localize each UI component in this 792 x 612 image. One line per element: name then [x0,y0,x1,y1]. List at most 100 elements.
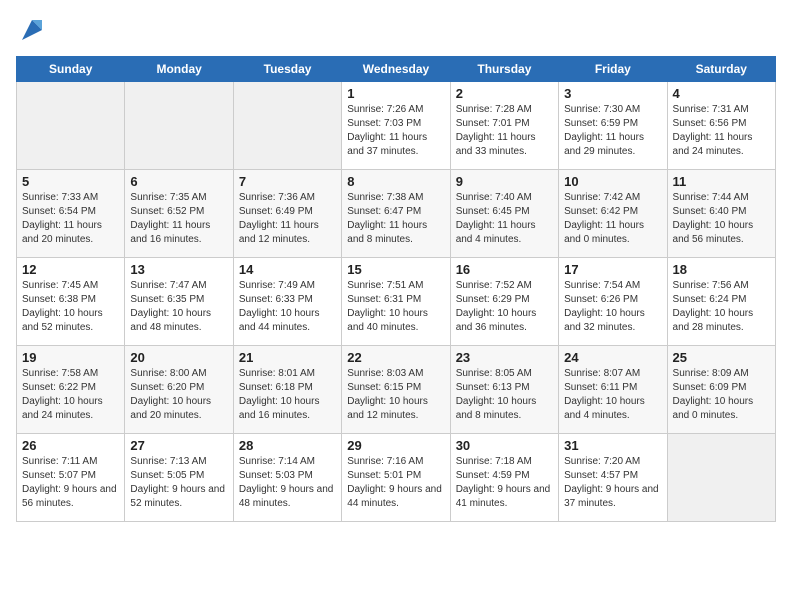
calendar-cell: 13 Sunrise: 7:47 AM Sunset: 6:35 PM Dayl… [125,258,233,346]
calendar-cell: 21 Sunrise: 8:01 AM Sunset: 6:18 PM Dayl… [233,346,341,434]
calendar-cell: 18 Sunrise: 7:56 AM Sunset: 6:24 PM Dayl… [667,258,775,346]
calendar-cell: 23 Sunrise: 8:05 AM Sunset: 6:13 PM Dayl… [450,346,558,434]
cell-info: Sunrise: 8:09 AM Sunset: 6:09 PM Dayligh… [673,367,770,423]
day-number: 12 [22,262,119,277]
cell-info: Sunrise: 8:01 AM Sunset: 6:18 PM Dayligh… [239,367,336,423]
cell-info: Sunrise: 7:49 AM Sunset: 6:33 PM Dayligh… [239,279,336,335]
cell-info: Sunrise: 7:16 AM Sunset: 5:01 PM Dayligh… [347,455,444,511]
cell-info: Sunrise: 7:13 AM Sunset: 5:05 PM Dayligh… [130,455,227,511]
day-number: 18 [673,262,770,277]
logo [16,16,46,44]
day-number: 26 [22,438,119,453]
day-number: 7 [239,174,336,189]
cell-info: Sunrise: 7:30 AM Sunset: 6:59 PM Dayligh… [564,103,661,159]
day-number: 3 [564,86,661,101]
cell-info: Sunrise: 7:36 AM Sunset: 6:49 PM Dayligh… [239,191,336,247]
day-number: 4 [673,86,770,101]
cell-info: Sunrise: 8:03 AM Sunset: 6:15 PM Dayligh… [347,367,444,423]
logo-icon [18,16,46,44]
calendar-cell: 6 Sunrise: 7:35 AM Sunset: 6:52 PM Dayli… [125,170,233,258]
calendar-cell: 19 Sunrise: 7:58 AM Sunset: 6:22 PM Dayl… [17,346,125,434]
calendar-cell: 27 Sunrise: 7:13 AM Sunset: 5:05 PM Dayl… [125,434,233,522]
cell-info: Sunrise: 7:11 AM Sunset: 5:07 PM Dayligh… [22,455,119,511]
day-number: 30 [456,438,553,453]
calendar-cell: 29 Sunrise: 7:16 AM Sunset: 5:01 PM Dayl… [342,434,450,522]
calendar-cell [125,82,233,170]
cell-info: Sunrise: 7:44 AM Sunset: 6:40 PM Dayligh… [673,191,770,247]
day-number: 10 [564,174,661,189]
calendar-cell [667,434,775,522]
day-number: 21 [239,350,336,365]
day-number: 11 [673,174,770,189]
cell-info: Sunrise: 8:05 AM Sunset: 6:13 PM Dayligh… [456,367,553,423]
calendar-cell [17,82,125,170]
weekday-header-tuesday: Tuesday [233,57,341,82]
cell-info: Sunrise: 7:18 AM Sunset: 4:59 PM Dayligh… [456,455,553,511]
calendar-cell: 4 Sunrise: 7:31 AM Sunset: 6:56 PM Dayli… [667,82,775,170]
day-number: 15 [347,262,444,277]
cell-info: Sunrise: 7:14 AM Sunset: 5:03 PM Dayligh… [239,455,336,511]
weekday-header-wednesday: Wednesday [342,57,450,82]
day-number: 23 [456,350,553,365]
weekday-header-friday: Friday [559,57,667,82]
day-number: 9 [456,174,553,189]
day-number: 14 [239,262,336,277]
cell-info: Sunrise: 7:33 AM Sunset: 6:54 PM Dayligh… [22,191,119,247]
calendar-cell: 11 Sunrise: 7:44 AM Sunset: 6:40 PM Dayl… [667,170,775,258]
cell-info: Sunrise: 8:00 AM Sunset: 6:20 PM Dayligh… [130,367,227,423]
cell-info: Sunrise: 7:28 AM Sunset: 7:01 PM Dayligh… [456,103,553,159]
cell-info: Sunrise: 7:54 AM Sunset: 6:26 PM Dayligh… [564,279,661,335]
weekday-header-monday: Monday [125,57,233,82]
calendar-cell [233,82,341,170]
calendar-cell: 14 Sunrise: 7:49 AM Sunset: 6:33 PM Dayl… [233,258,341,346]
day-number: 24 [564,350,661,365]
cell-info: Sunrise: 7:38 AM Sunset: 6:47 PM Dayligh… [347,191,444,247]
calendar-table: SundayMondayTuesdayWednesdayThursdayFrid… [16,56,776,522]
cell-info: Sunrise: 7:56 AM Sunset: 6:24 PM Dayligh… [673,279,770,335]
weekday-header-thursday: Thursday [450,57,558,82]
cell-info: Sunrise: 7:31 AM Sunset: 6:56 PM Dayligh… [673,103,770,159]
day-number: 5 [22,174,119,189]
weekday-header-sunday: Sunday [17,57,125,82]
calendar-cell: 24 Sunrise: 8:07 AM Sunset: 6:11 PM Dayl… [559,346,667,434]
day-number: 20 [130,350,227,365]
day-number: 2 [456,86,553,101]
day-number: 17 [564,262,661,277]
calendar-cell: 10 Sunrise: 7:42 AM Sunset: 6:42 PM Dayl… [559,170,667,258]
day-number: 13 [130,262,227,277]
calendar-cell: 28 Sunrise: 7:14 AM Sunset: 5:03 PM Dayl… [233,434,341,522]
calendar-cell: 1 Sunrise: 7:26 AM Sunset: 7:03 PM Dayli… [342,82,450,170]
page-header [16,16,776,44]
day-number: 27 [130,438,227,453]
cell-info: Sunrise: 7:45 AM Sunset: 6:38 PM Dayligh… [22,279,119,335]
weekday-header-saturday: Saturday [667,57,775,82]
calendar-cell: 12 Sunrise: 7:45 AM Sunset: 6:38 PM Dayl… [17,258,125,346]
cell-info: Sunrise: 7:26 AM Sunset: 7:03 PM Dayligh… [347,103,444,159]
day-number: 28 [239,438,336,453]
day-number: 29 [347,438,444,453]
day-number: 22 [347,350,444,365]
cell-info: Sunrise: 7:35 AM Sunset: 6:52 PM Dayligh… [130,191,227,247]
day-number: 8 [347,174,444,189]
calendar-cell: 22 Sunrise: 8:03 AM Sunset: 6:15 PM Dayl… [342,346,450,434]
cell-info: Sunrise: 7:51 AM Sunset: 6:31 PM Dayligh… [347,279,444,335]
day-number: 25 [673,350,770,365]
calendar-cell: 7 Sunrise: 7:36 AM Sunset: 6:49 PM Dayli… [233,170,341,258]
cell-info: Sunrise: 7:20 AM Sunset: 4:57 PM Dayligh… [564,455,661,511]
day-number: 1 [347,86,444,101]
cell-info: Sunrise: 7:42 AM Sunset: 6:42 PM Dayligh… [564,191,661,247]
cell-info: Sunrise: 7:52 AM Sunset: 6:29 PM Dayligh… [456,279,553,335]
cell-info: Sunrise: 7:58 AM Sunset: 6:22 PM Dayligh… [22,367,119,423]
cell-info: Sunrise: 7:47 AM Sunset: 6:35 PM Dayligh… [130,279,227,335]
calendar-cell: 25 Sunrise: 8:09 AM Sunset: 6:09 PM Dayl… [667,346,775,434]
day-number: 31 [564,438,661,453]
day-number: 6 [130,174,227,189]
calendar-cell: 3 Sunrise: 7:30 AM Sunset: 6:59 PM Dayli… [559,82,667,170]
day-number: 19 [22,350,119,365]
calendar-cell: 26 Sunrise: 7:11 AM Sunset: 5:07 PM Dayl… [17,434,125,522]
calendar-cell: 15 Sunrise: 7:51 AM Sunset: 6:31 PM Dayl… [342,258,450,346]
calendar-cell: 30 Sunrise: 7:18 AM Sunset: 4:59 PM Dayl… [450,434,558,522]
calendar-cell: 8 Sunrise: 7:38 AM Sunset: 6:47 PM Dayli… [342,170,450,258]
calendar-cell: 17 Sunrise: 7:54 AM Sunset: 6:26 PM Dayl… [559,258,667,346]
day-number: 16 [456,262,553,277]
